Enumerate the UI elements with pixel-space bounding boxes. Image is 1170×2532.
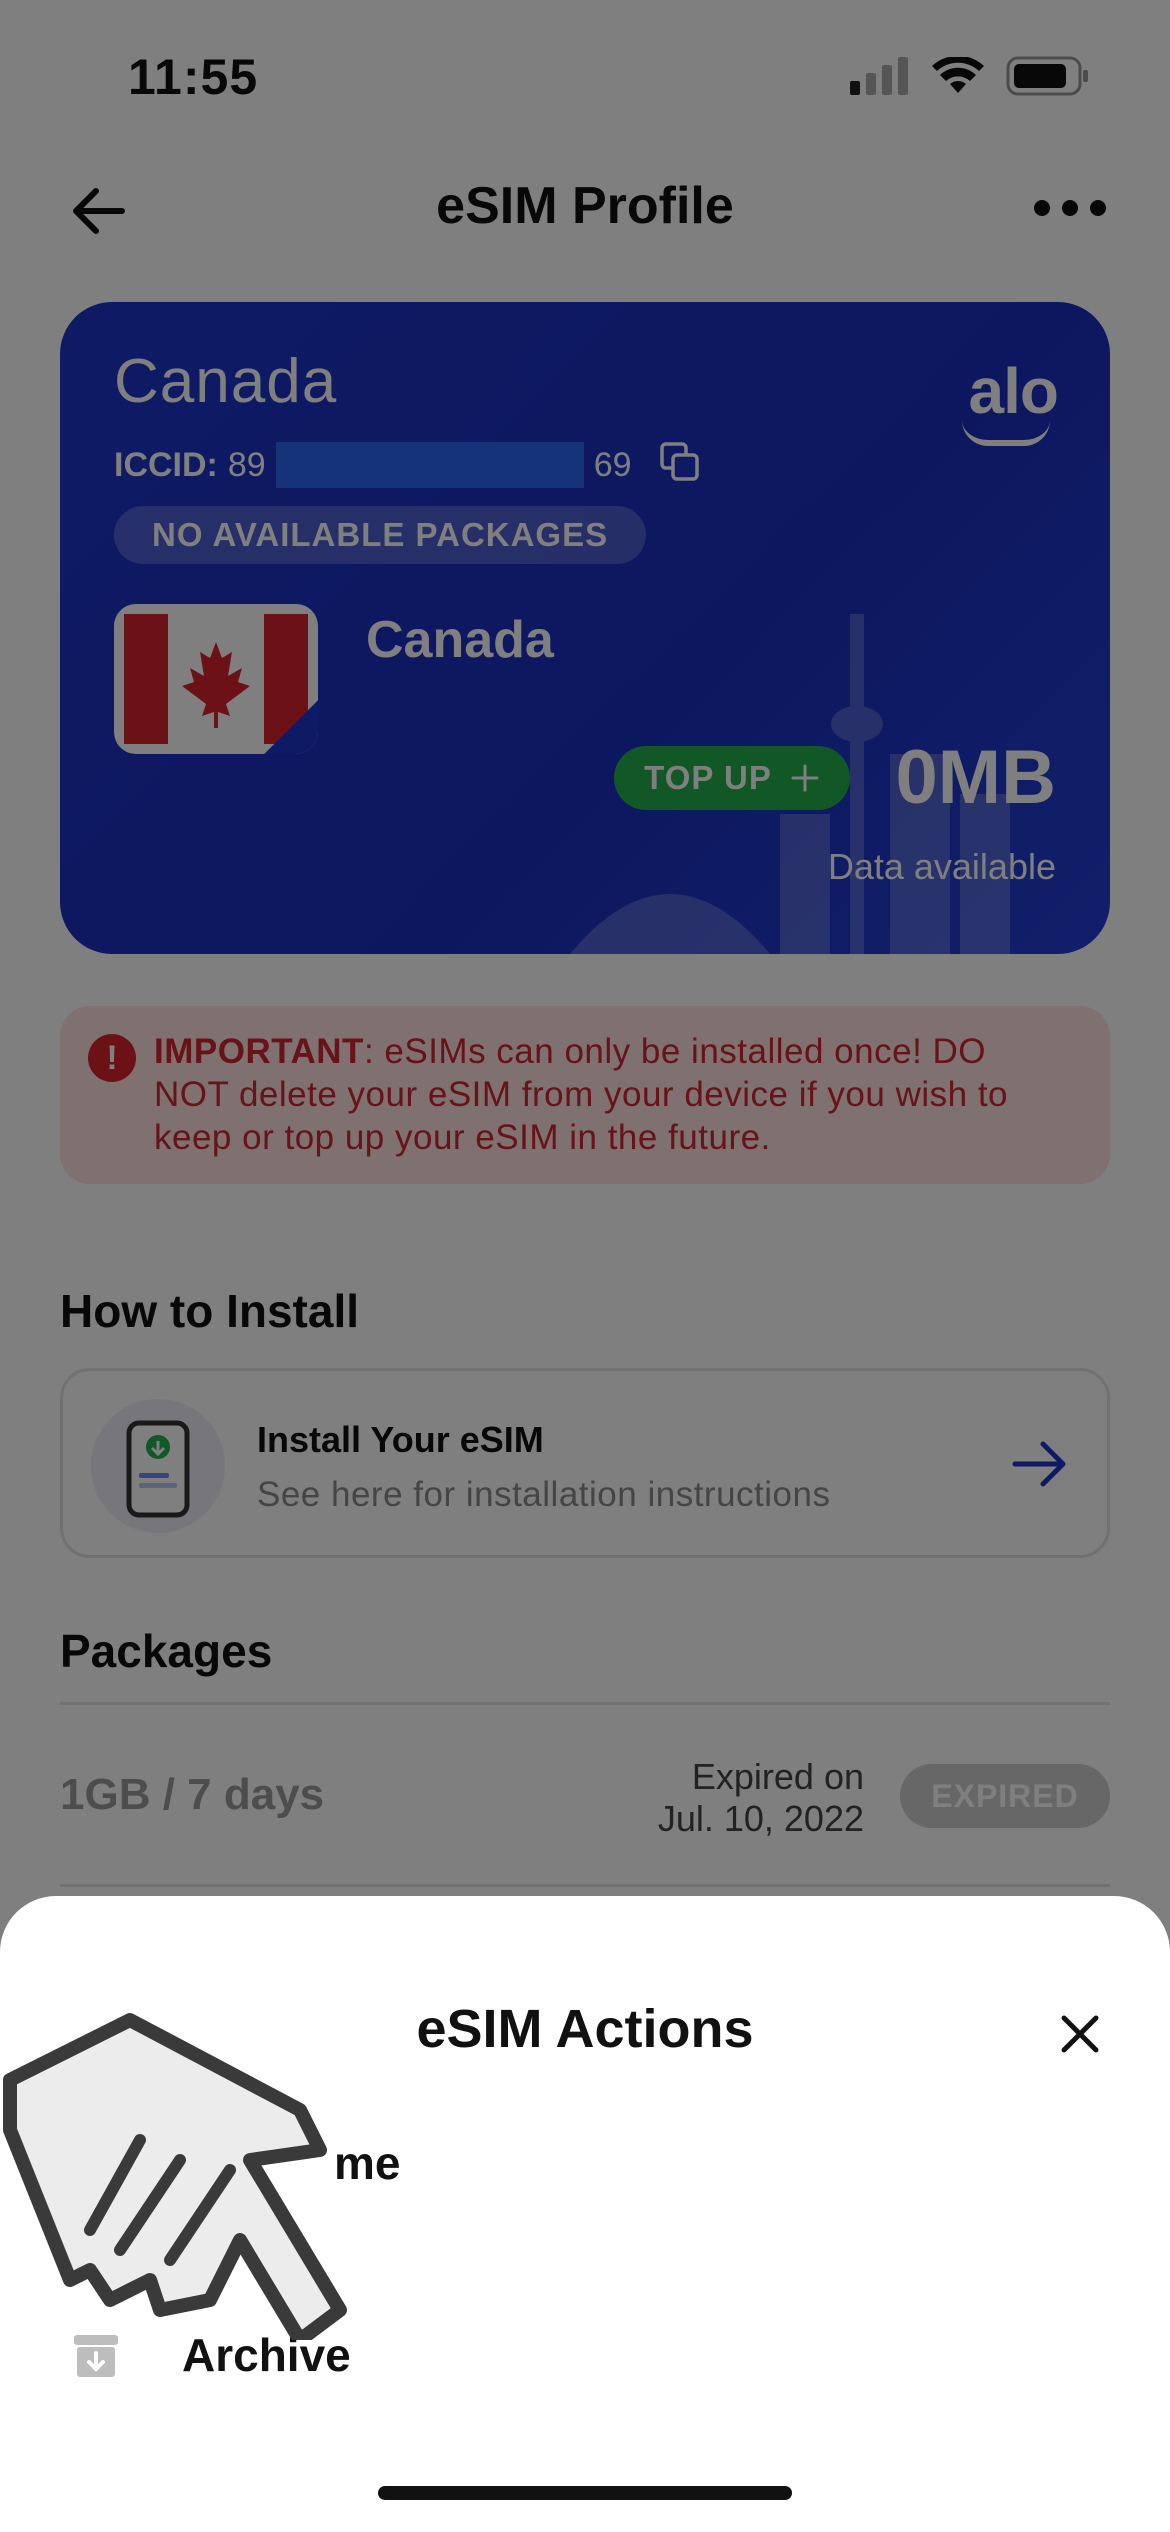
close-icon[interactable] xyxy=(1056,2010,1104,2058)
home-indicator xyxy=(378,2486,792,2500)
pointing-hand-icon xyxy=(3,2013,347,2340)
screen: 11:55 eSIM Profile xyxy=(0,0,1170,2532)
